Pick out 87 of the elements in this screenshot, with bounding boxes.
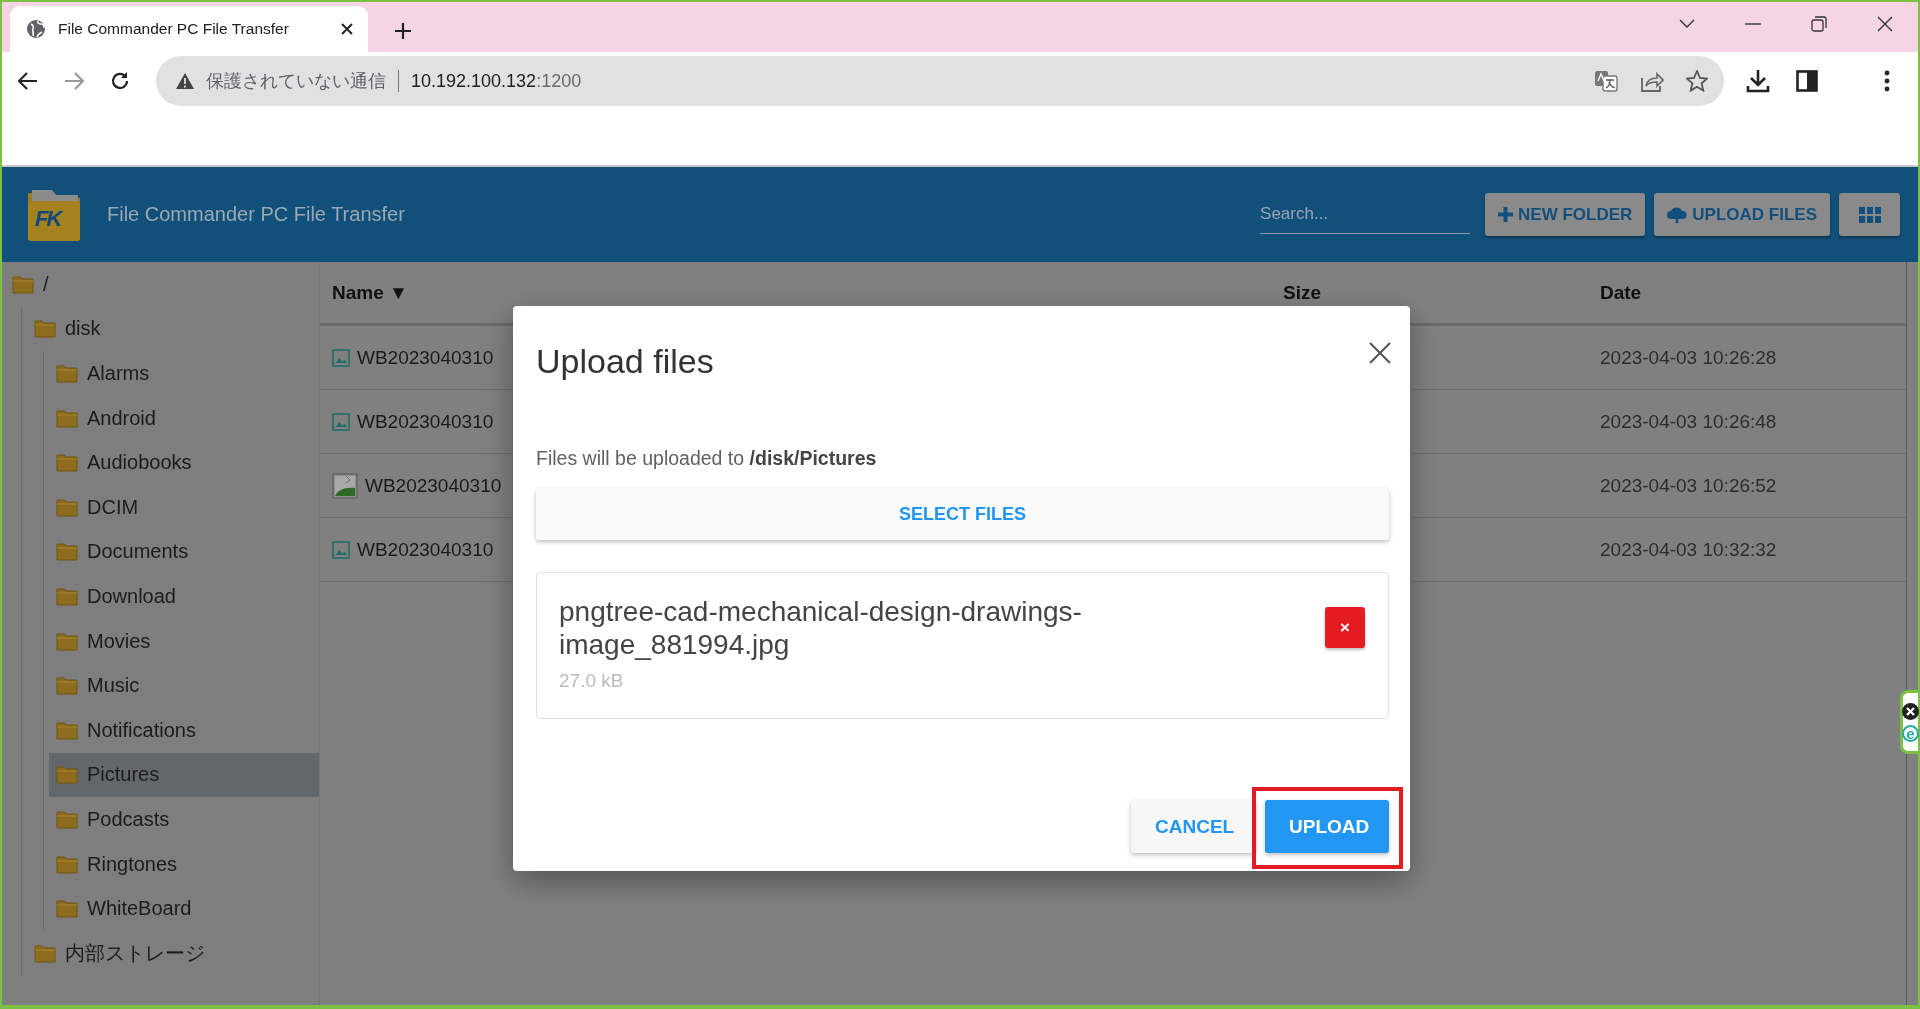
restore-icon[interactable] <box>1811 16 1827 32</box>
date-cell: 2023-04-03 10:26:28 <box>1600 346 1777 369</box>
security-label: 保護されていない通信 <box>206 70 386 93</box>
column-header[interactable]: Date <box>1600 281 1642 304</box>
plus-icon <box>1498 207 1514 222</box>
folder-item[interactable]: Download <box>49 574 319 619</box>
side-panel-icon[interactable] <box>1796 70 1818 92</box>
folder-icon <box>56 542 78 562</box>
folder-item[interactable]: Audiobooks <box>49 440 319 485</box>
image-icon <box>332 412 350 431</box>
address-bar[interactable]: 保護されていない通信 10.192.100.132:1200 <box>156 56 1724 106</box>
date-cell: 2023-04-03 10:26:48 <box>1600 410 1777 433</box>
new-tab-icon[interactable] <box>394 22 412 40</box>
thumbnail-icon <box>332 472 358 499</box>
grid-icon <box>1858 206 1881 223</box>
grid-view-button[interactable] <box>1839 193 1900 236</box>
folder-item[interactable]: disk <box>27 306 319 352</box>
translate-icon[interactable] <box>1594 70 1618 92</box>
column-header[interactable]: Name ▼ <box>332 281 408 304</box>
date-cell: 2023-04-03 10:26:52 <box>1600 474 1777 497</box>
column-header[interactable]: Size <box>1283 281 1322 304</box>
folder-item[interactable]: Podcasts <box>49 797 319 842</box>
folder-item[interactable]: Music <box>49 663 319 708</box>
warning-icon <box>176 73 194 89</box>
folder-icon <box>34 319 56 339</box>
new-folder-button[interactable]: NEW FOLDER <box>1485 193 1646 236</box>
back-icon[interactable] <box>18 72 38 90</box>
folder-icon <box>56 765 78 785</box>
folder-icon <box>56 720 78 740</box>
dialog-title: Upload files <box>536 341 714 381</box>
file-name: WB2023040310 <box>357 538 494 561</box>
reload-icon[interactable] <box>110 71 130 91</box>
folder-icon <box>56 854 78 874</box>
app-title: File Commander PC File Transfer <box>107 203 405 226</box>
widget-logo[interactable]: e <box>1902 724 1919 742</box>
folder-icon <box>56 364 78 383</box>
url-port: :1200 <box>536 70 582 92</box>
file-name: WB2023040310 <box>357 410 494 433</box>
folder-item[interactable]: Android <box>49 395 319 441</box>
folder-item[interactable]: Documents <box>49 529 319 575</box>
image-icon <box>332 348 350 367</box>
close-icon[interactable] <box>1369 342 1391 364</box>
star-icon[interactable] <box>1686 70 1708 92</box>
folder-icon <box>56 408 78 428</box>
upload-files-button[interactable]: UPLOAD FILES <box>1654 193 1830 236</box>
file-size: 27.0 kB <box>559 670 625 692</box>
globe-icon <box>26 19 46 39</box>
date-cell: 2023-04-03 10:32:32 <box>1600 538 1777 561</box>
folder-item[interactable]: Alarms <box>49 351 319 396</box>
chevron-down-icon[interactable] <box>1679 19 1695 29</box>
image-icon <box>332 540 350 559</box>
folder-icon <box>56 809 78 829</box>
close-icon[interactable] <box>1902 702 1919 720</box>
file-name: pngtree-cad-mechanical-design-drawings-image_881994.jpg <box>559 595 1083 661</box>
folder-icon <box>34 943 56 963</box>
file-name: WB2023040310 <box>365 474 502 497</box>
destination-text: Files will be uploaded to /disk/Pictures <box>536 447 878 470</box>
cloud-upload-icon <box>1667 206 1688 223</box>
folder-item[interactable]: 内部ストレージ <box>27 930 319 976</box>
folder-item[interactable]: WhiteBoard <box>49 886 319 931</box>
search-field[interactable]: Search... <box>1260 195 1471 234</box>
folder-icon <box>56 586 78 606</box>
folder-icon <box>12 274 34 294</box>
remove-file-button[interactable]: × <box>1325 607 1365 648</box>
url-host: 10.192.100.132 <box>411 70 537 92</box>
folder-item[interactable]: Ringtones <box>49 841 319 887</box>
select-files-button[interactable]: SELECT FILES <box>536 488 1389 540</box>
menu-icon[interactable] <box>1884 70 1890 92</box>
folder-item[interactable]: Pictures <box>49 752 319 798</box>
browser-tab[interactable]: File Commander PC File Transfer <box>10 6 368 52</box>
download-icon[interactable] <box>1746 69 1770 93</box>
folder-item[interactable]: DCIM <box>49 484 319 530</box>
close-icon[interactable] <box>340 22 354 36</box>
folder-icon <box>56 676 78 696</box>
tab-title: File Commander PC File Transfer <box>58 20 290 38</box>
file-name: WB2023040310 <box>357 346 494 369</box>
folder-icon <box>56 631 78 651</box>
upload-button[interactable]: UPLOAD <box>1265 800 1389 853</box>
close-icon[interactable] <box>1877 16 1893 32</box>
folder-item[interactable]: Notifications <box>49 707 319 753</box>
folder-icon <box>56 497 78 517</box>
folder-item[interactable]: / <box>5 262 319 307</box>
folder-icon <box>56 453 78 473</box>
folder-icon <box>56 899 78 919</box>
folder-item[interactable]: Movies <box>49 618 319 664</box>
share-icon[interactable] <box>1640 70 1664 92</box>
forward-icon[interactable] <box>64 72 84 90</box>
